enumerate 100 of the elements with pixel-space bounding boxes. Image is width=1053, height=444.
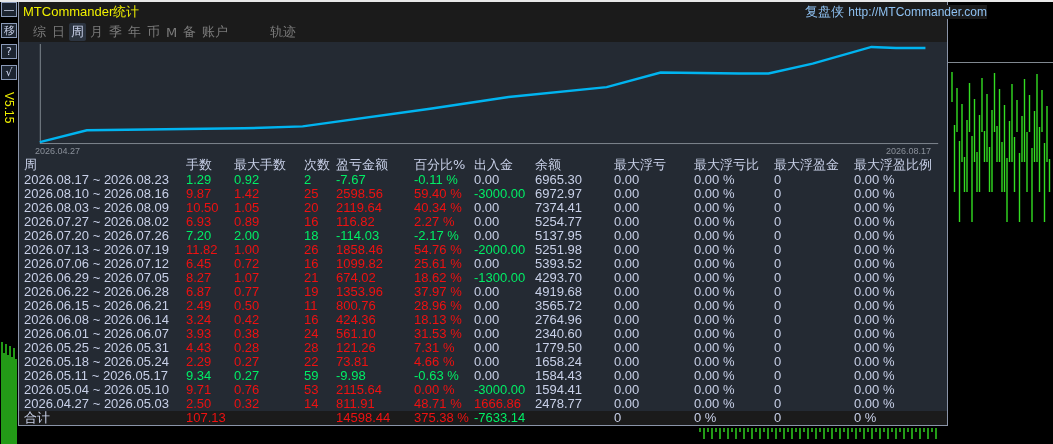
table-cell-text: 2026.05.25 ~ 2026.05.31: [24, 341, 170, 355]
table-cell-text: 0.00 %: [854, 383, 896, 397]
side-button[interactable]: —: [1, 2, 17, 17]
table-cell-text: 1099.82: [336, 257, 384, 271]
table-cell-text: 0.00 %: [694, 243, 736, 257]
table-cell-text: 1779.50: [535, 341, 583, 355]
table-cell-text: 19: [304, 285, 320, 299]
table-cell-text: 0.00 %: [694, 313, 736, 327]
table-cell-text: 0.00 %: [694, 201, 736, 215]
table-cell-text: 9.87: [186, 187, 213, 201]
table-cell-text: 0.00: [614, 257, 641, 271]
column-header: 最大浮亏比: [694, 157, 760, 172]
table-cell-text: 0.00: [474, 299, 501, 313]
table-cell-text: 0.00: [474, 285, 501, 299]
table-cell-text: 0.00: [474, 327, 501, 341]
table-cell-text: 0.00: [614, 173, 641, 187]
table-cell-text: 4.66 %: [414, 355, 456, 369]
table-cell-text: 28.96 %: [414, 299, 463, 313]
table-cell-text: 11: [304, 299, 319, 313]
table-cell-text: 0.00 %: [694, 341, 736, 355]
tab[interactable]: 综: [31, 23, 48, 41]
table-cell-text: 26: [304, 243, 320, 257]
table-cell-text: 4293.70: [535, 271, 583, 285]
table-cell-text: 22: [304, 355, 320, 369]
column-header: 最大浮盈比例: [854, 157, 933, 172]
table-cell-text: 0.00 %: [854, 201, 896, 215]
table-cell-text: 1.07: [234, 271, 261, 285]
tab[interactable]: 账户: [200, 23, 231, 41]
table-cell-text: 811.91: [336, 397, 376, 411]
table-cell-text: 3565.72: [535, 299, 583, 313]
total-label: 合计: [24, 411, 51, 425]
table-cell-text: 0.00 %: [854, 257, 896, 271]
table-cell-text: 0: [774, 383, 783, 397]
table-cell-text: 1353.96: [336, 285, 384, 299]
tab[interactable]: M: [164, 23, 180, 41]
tab[interactable]: 备: [181, 23, 199, 41]
table-cell-text: -2.17 %: [414, 229, 460, 243]
table-cell-text: 2340.60: [535, 327, 583, 341]
table-cell-text: 0.00 %: [854, 341, 896, 355]
tab[interactable]: 日: [50, 23, 67, 41]
total-cell-text: 0 %: [694, 411, 718, 425]
table-cell-text: 5393.52: [535, 257, 583, 271]
column-header: 最大浮盈金: [774, 157, 840, 172]
column-header: 手数: [186, 157, 213, 172]
side-button[interactable]: √: [1, 65, 17, 80]
table-cell-text: 1666.86: [474, 397, 522, 411]
table-cell-text: 0.89: [234, 215, 261, 229]
table-cell-text: -9.98: [336, 369, 367, 383]
table-cell-text: 0.00: [614, 243, 641, 257]
table-cell-text: 0.00 %: [854, 355, 896, 369]
table-cell-text: 0.00 %: [854, 397, 896, 411]
table-cell-text: 5254.77: [535, 215, 583, 229]
table-cell-text: 0.00: [474, 215, 501, 229]
website-link[interactable]: http://MTCommander.com: [848, 5, 987, 19]
table-cell-text: 0.00 %: [694, 229, 736, 243]
table-cell-text: 1.00: [234, 243, 261, 257]
table-cell-text: 0.00 %: [854, 285, 896, 299]
column-header: 次数: [304, 157, 331, 172]
table-cell-text: 2026.05.18 ~ 2026.05.24: [24, 355, 170, 369]
table-cell-text: 0.72: [234, 257, 261, 271]
table-cell-text: 21: [304, 271, 320, 285]
table-cell-text: 16: [304, 215, 320, 229]
table-cell-text: 3.24: [186, 313, 213, 327]
tab[interactable]: 季: [107, 23, 124, 41]
table-cell-text: 2.00: [234, 229, 261, 243]
table-cell-text: 0.00: [474, 341, 501, 355]
total-cell-text: 375.38 %: [414, 411, 470, 425]
table-cell-text: 561.10: [336, 327, 377, 341]
table-cell-text: 0.00 %: [854, 313, 896, 327]
table-cell-text: 0: [774, 327, 783, 341]
table-cell-text: 2026.08.10 ~ 2026.08.16: [24, 187, 170, 201]
table-cell-text: 0: [774, 187, 783, 201]
table-cell-text: 121.26: [336, 341, 377, 355]
table-cell-text: 18: [304, 229, 320, 243]
side-button[interactable]: 移: [1, 23, 17, 38]
side-button[interactable]: ?: [1, 44, 17, 59]
table-cell-text: 0.00: [474, 173, 501, 187]
table-cell-text: 20: [304, 201, 320, 215]
table-cell-text: 0: [774, 341, 783, 355]
total-cell-text: 0: [614, 411, 623, 425]
table-cell-text: 0.50: [234, 299, 261, 313]
table-cell-text: -7.67: [336, 173, 367, 187]
column-header: 余额: [535, 157, 562, 172]
tab[interactable]: 年: [126, 23, 143, 41]
table-cell-text: 0: [774, 299, 783, 313]
table-cell-text: 2.50: [186, 397, 213, 411]
table-cell-text: 1584.43: [535, 369, 583, 383]
table-cell-text: 0.00: [614, 271, 641, 285]
tab[interactable]: 月: [88, 23, 105, 41]
table-cell-text: 800.76: [336, 299, 377, 313]
table-cell-text: 0.00: [614, 383, 641, 397]
table-cell-text: 0: [774, 313, 783, 327]
table-cell-text: 2.29: [186, 355, 213, 369]
table-cell-text: 2.27 %: [414, 215, 456, 229]
table-cell-text: 0.00 %: [854, 243, 896, 257]
tab[interactable]: 币: [145, 23, 162, 41]
table-cell-text: 0.00 %: [694, 299, 736, 313]
table-cell-text: 18.13 %: [414, 313, 463, 327]
tab[interactable]: 周: [69, 23, 86, 41]
tab[interactable]: 轨迹: [268, 23, 299, 41]
